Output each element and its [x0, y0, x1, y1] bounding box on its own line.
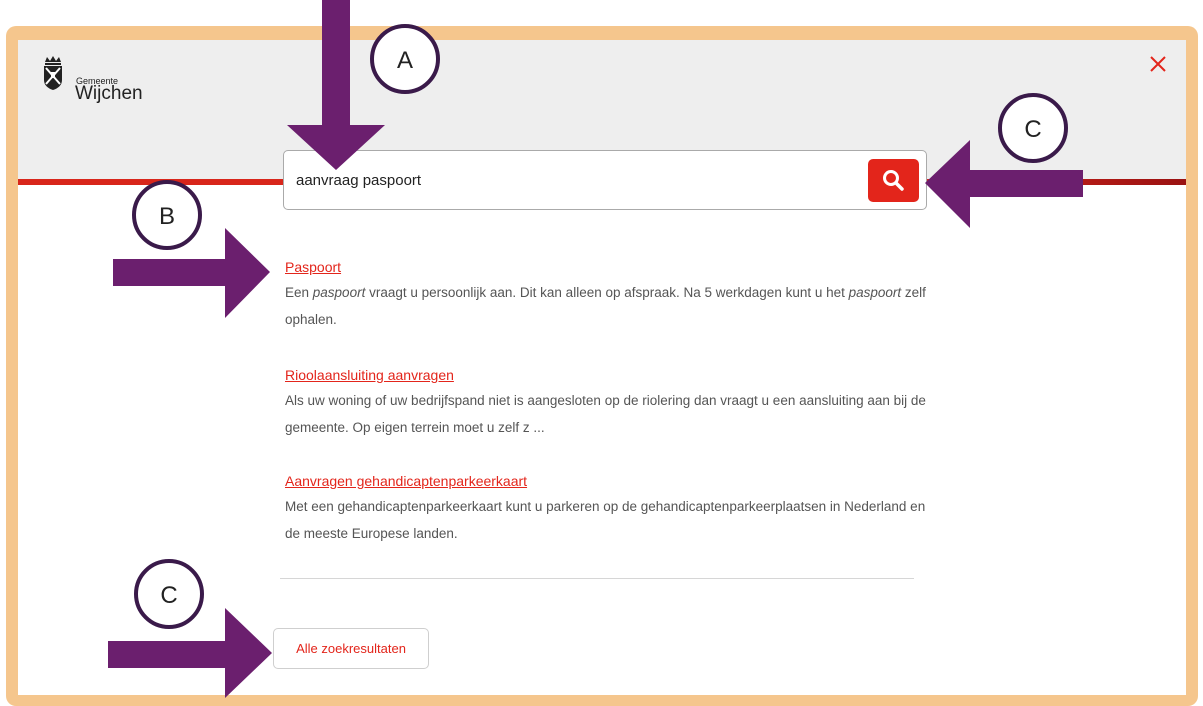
result-item: Aanvragen gehandicaptenparkeerkaart Met … [285, 472, 935, 547]
snippet-highlight: paspoort [312, 285, 366, 300]
search-box [283, 150, 927, 210]
result-snippet: Met een gehandicaptenparkeerkaart kunt u… [285, 493, 935, 547]
result-item: Rioolaansluiting aanvragen Als uw woning… [285, 366, 935, 441]
result-title-link[interactable]: Aanvragen gehandicaptenparkeerkaart [285, 472, 527, 490]
close-icon[interactable] [1148, 54, 1168, 74]
snippet-highlight: paspoort [848, 285, 902, 300]
result-title-link[interactable]: Paspoort [285, 258, 341, 276]
search-input[interactable] [296, 165, 856, 195]
snippet-text: vraagt u persoonlijk aan. Dit kan alleen… [365, 285, 849, 300]
result-snippet: Een paspoort vraagt u persoonlijk aan. D… [285, 279, 935, 333]
snippet-text: Met een gehandicaptenparkeerkaart kunt u… [285, 499, 926, 541]
snippet-text: Als uw woning of uw bedrijfspand niet is… [285, 393, 926, 435]
result-snippet: Als uw woning of uw bedrijfspand niet is… [285, 387, 935, 441]
search-overlay: Gemeente Wijchen Paspoort Een paspoort v… [18, 40, 1186, 695]
results-divider [280, 578, 914, 579]
logo-label-big: Wijchen [75, 83, 143, 104]
result-item: Paspoort Een paspoort vraagt u persoonli… [285, 258, 935, 333]
crest-icon [44, 56, 62, 90]
snippet-text: Een [285, 285, 313, 300]
search-button[interactable] [868, 159, 919, 202]
result-title-link[interactable]: Rioolaansluiting aanvragen [285, 366, 454, 384]
all-results-button[interactable]: Alle zoekresultaten [273, 628, 429, 669]
logo[interactable]: Gemeente Wijchen [42, 56, 172, 104]
search-icon [883, 170, 904, 191]
